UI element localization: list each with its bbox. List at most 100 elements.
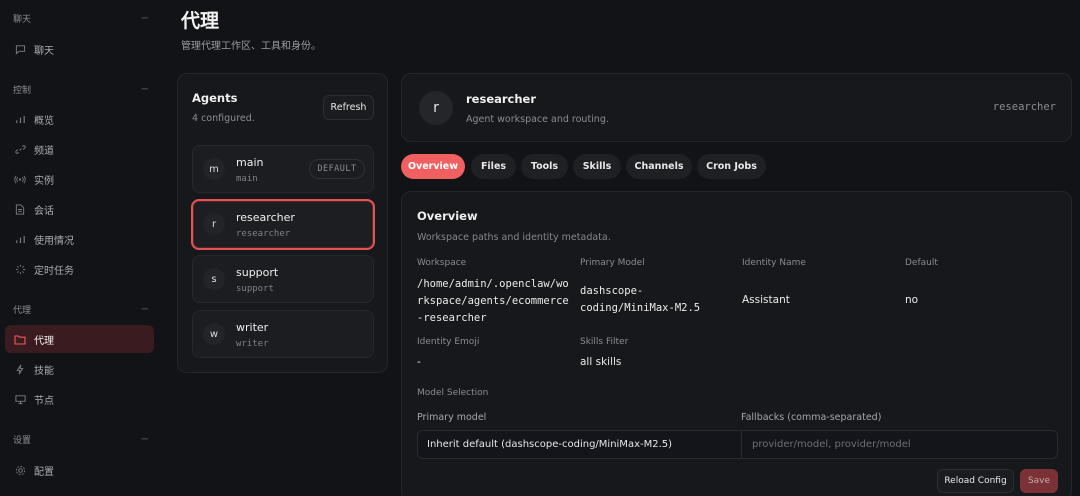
agent-row-researcher[interactable]: r researcher researcher (191, 199, 375, 250)
tab-channels[interactable]: Channels (626, 154, 692, 179)
broadcast-icon (14, 173, 26, 185)
sidebar-item-channels[interactable]: 频道 (5, 135, 154, 163)
overview-subtitle: Workspace paths and identity metadata. (417, 232, 611, 243)
sidebar-item-label: 代理 (34, 335, 54, 347)
agent-name: support (236, 266, 279, 279)
fallbacks-label: Fallbacks (comma-separated) (741, 412, 882, 423)
agent-description: Agent workspace and routing. (466, 114, 609, 125)
tab-tools[interactable]: Tools (521, 154, 568, 179)
sidebar-item-label: 技能 (34, 365, 54, 377)
agent-id-label: researcher (992, 101, 1056, 113)
primary-model-select[interactable]: Inherit default (dashscope-coding/MiniMa… (417, 430, 742, 459)
sidebar-item-sessions[interactable]: 会话 (5, 195, 154, 223)
identity-emoji-label: Identity Emoji (417, 337, 480, 347)
sidebar-item-instances[interactable]: 实例 (5, 165, 154, 193)
reload-config-button[interactable]: Reload Config (937, 469, 1014, 493)
overview-card: Overview Workspace paths and identity me… (401, 191, 1072, 496)
sidebar-group-label: 聊天 (13, 14, 32, 25)
overview-title: Overview (417, 209, 478, 223)
tab-files[interactable]: Files (471, 154, 516, 179)
primary-model-label: Primary Model (580, 258, 645, 268)
sidebar-group-label: 控制 (13, 85, 32, 96)
workspace-line: /home/admin/.openclaw/wo (417, 278, 569, 290)
sidebar-group-control[interactable]: 控制 − (13, 82, 149, 96)
agent-row-writer[interactable]: w writer writer (192, 310, 374, 358)
sidebar-item-skills[interactable]: 技能 (5, 355, 154, 383)
agents-count: 4 configured. (192, 113, 255, 124)
sidebar-group-label: 设置 (13, 435, 32, 446)
fallbacks-input[interactable] (741, 430, 1058, 459)
sidebar-item-label: 聊天 (34, 45, 54, 57)
avatar: m (203, 158, 225, 180)
refresh-button[interactable]: Refresh (323, 95, 374, 120)
workspace-label: Workspace (417, 258, 467, 268)
collapse-icon[interactable]: − (141, 84, 149, 95)
agent-row-main[interactable]: m main main DEFAULT (192, 145, 374, 193)
agent-title: researcher (466, 92, 537, 106)
sidebar-item-chat[interactable]: 聊天 (5, 35, 154, 63)
sidebar-item-label: 概览 (34, 115, 54, 127)
default-badge: DEFAULT (309, 159, 365, 179)
tab-cron-jobs[interactable]: Cron Jobs (697, 154, 766, 179)
identity-name-value: Assistant (742, 294, 790, 306)
default-value: no (905, 294, 919, 306)
spinner-icon (14, 263, 26, 275)
agent-name: researcher (236, 211, 295, 224)
document-icon (14, 203, 26, 215)
agents-panel: Agents 4 configured. Refresh m main main… (177, 73, 388, 373)
bar-chart-icon (14, 233, 26, 245)
workspace-line: -researcher (417, 312, 487, 324)
agent-header-card: r researcher Agent workspace and routing… (401, 73, 1072, 142)
lightning-icon (14, 363, 26, 375)
sidebar-item-label: 频道 (34, 145, 54, 157)
agent-row-support[interactable]: s support support (192, 255, 374, 303)
sidebar-group-settings[interactable]: 设置 − (13, 432, 149, 446)
sidebar-item-label: 节点 (34, 395, 54, 407)
agent-id: writer (236, 339, 269, 349)
workspace-value: /home/admin/.openclaw/wo rkspace/agents/… (417, 276, 569, 327)
model-selection-label: Model Selection (417, 388, 489, 398)
sidebar: 聊天 − 聊天 控制 − 概览 频道 实例 会话 使用情况 定时任务 代理 − … (0, 0, 162, 496)
skills-filter-value: all skills (580, 356, 622, 368)
agents-title: Agents (192, 91, 238, 105)
identity-name-label: Identity Name (742, 258, 806, 268)
primary-model-line: coding/MiniMax-M2.5 (580, 302, 701, 314)
collapse-icon[interactable]: − (141, 304, 149, 315)
page-subtitle: 管理代理工作区、工具和身份。 (181, 41, 321, 52)
sidebar-item-label: 配置 (34, 466, 54, 478)
link-icon (14, 143, 26, 155)
sidebar-item-nodes[interactable]: 节点 (5, 385, 154, 413)
sidebar-item-agents[interactable]: 代理 (5, 325, 154, 353)
folder-icon (14, 333, 26, 345)
identity-emoji-value: - (417, 356, 421, 368)
chat-bubble-icon (14, 43, 26, 55)
save-button[interactable]: Save (1020, 469, 1058, 493)
sidebar-item-label: 会话 (34, 205, 54, 217)
sidebar-group-agents[interactable]: 代理 − (13, 302, 149, 316)
workspace-line: rkspace/agents/ecommerce (417, 295, 569, 307)
collapse-icon[interactable]: − (141, 13, 149, 24)
collapse-icon[interactable]: − (141, 434, 149, 445)
sidebar-group-chat[interactable]: 聊天 − (13, 11, 149, 25)
sidebar-item-label: 使用情况 (34, 235, 74, 247)
skills-filter-label: Skills Filter (580, 337, 629, 347)
sidebar-item-cron[interactable]: 定时任务 (5, 255, 154, 283)
gear-icon (14, 464, 26, 476)
sidebar-item-label: 定时任务 (34, 265, 74, 277)
avatar: r (203, 213, 225, 235)
tab-skills[interactable]: Skills (573, 154, 621, 179)
agent-name: main (236, 156, 264, 169)
sidebar-item-usage[interactable]: 使用情况 (5, 225, 154, 253)
avatar: w (203, 323, 225, 345)
primary-model-select-label: Primary model (417, 412, 487, 423)
sidebar-item-overview[interactable]: 概览 (5, 105, 154, 133)
monitor-icon (14, 393, 26, 405)
primary-model-line: dashscope- (580, 285, 644, 297)
tab-overview[interactable]: Overview (401, 154, 465, 179)
sidebar-item-config[interactable]: 配置 (5, 456, 154, 484)
agent-id: main (236, 174, 258, 184)
bar-chart-icon (14, 113, 26, 125)
sidebar-item-label: 实例 (34, 175, 54, 187)
primary-model-value: dashscope- coding/MiniMax-M2.5 (580, 283, 700, 317)
avatar: r (419, 91, 453, 125)
